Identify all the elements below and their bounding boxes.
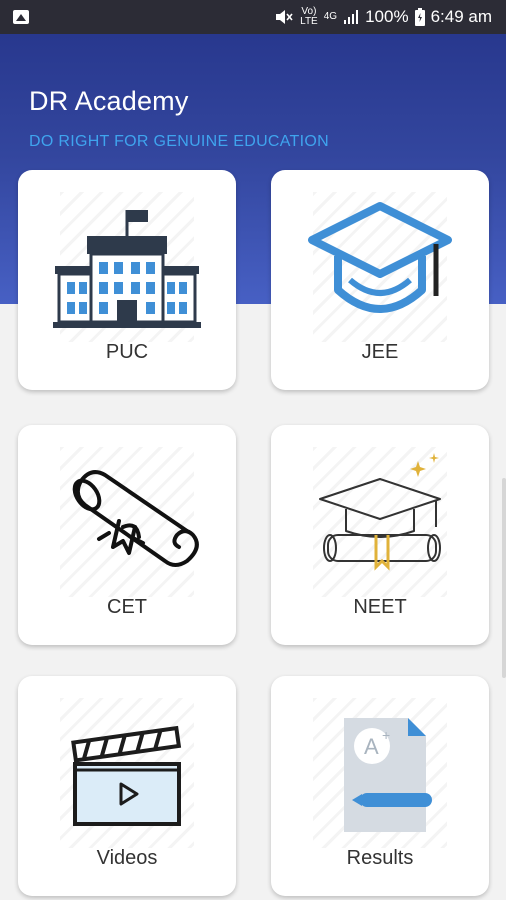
card-videos[interactable]: Videos (18, 676, 236, 896)
card-label: NEET (353, 596, 407, 618)
signal-strength-icon (344, 10, 359, 24)
svg-text:A: A (364, 734, 379, 759)
card-results[interactable]: A + Results (271, 676, 489, 896)
network-type-label: 4G (323, 11, 338, 22)
svg-text:+: + (382, 727, 390, 743)
cap-and-diploma-icon (319, 453, 441, 571)
app-title: DR Academy (29, 86, 189, 116)
grade-sheet-icon: A + (344, 718, 432, 832)
scroll-indicator[interactable] (502, 478, 506, 678)
school-building-icon (53, 210, 201, 328)
volte-indicator: Vo) LTE (300, 7, 318, 27)
card-label: CET (107, 596, 147, 618)
card-jee[interactable]: JEE (271, 170, 489, 390)
card-neet[interactable]: NEET (271, 425, 489, 645)
clapperboard-video-icon (71, 725, 182, 826)
card-label: Videos (96, 847, 158, 869)
card-puc[interactable]: PUC (18, 170, 236, 390)
mute-icon (276, 10, 293, 24)
card-label: PUC (105, 341, 149, 363)
graduation-cap-icon (308, 202, 452, 313)
card-cet[interactable]: CET (18, 425, 236, 645)
android-notification-icon (13, 10, 29, 24)
card-label: Results (346, 847, 414, 869)
app-subtitle: DO RIGHT FOR GENUINE EDUCATION (29, 133, 329, 150)
battery-icon (414, 8, 425, 26)
volte-bottom-text: LTE (300, 16, 318, 27)
status-bar: Vo) LTE 4G 100% 6:49 am (0, 0, 506, 34)
card-label: JEE (361, 341, 399, 363)
clock: 6:49 am (430, 7, 492, 26)
battery-percent: 100% (365, 7, 409, 26)
diploma-scroll-icon (72, 470, 199, 567)
